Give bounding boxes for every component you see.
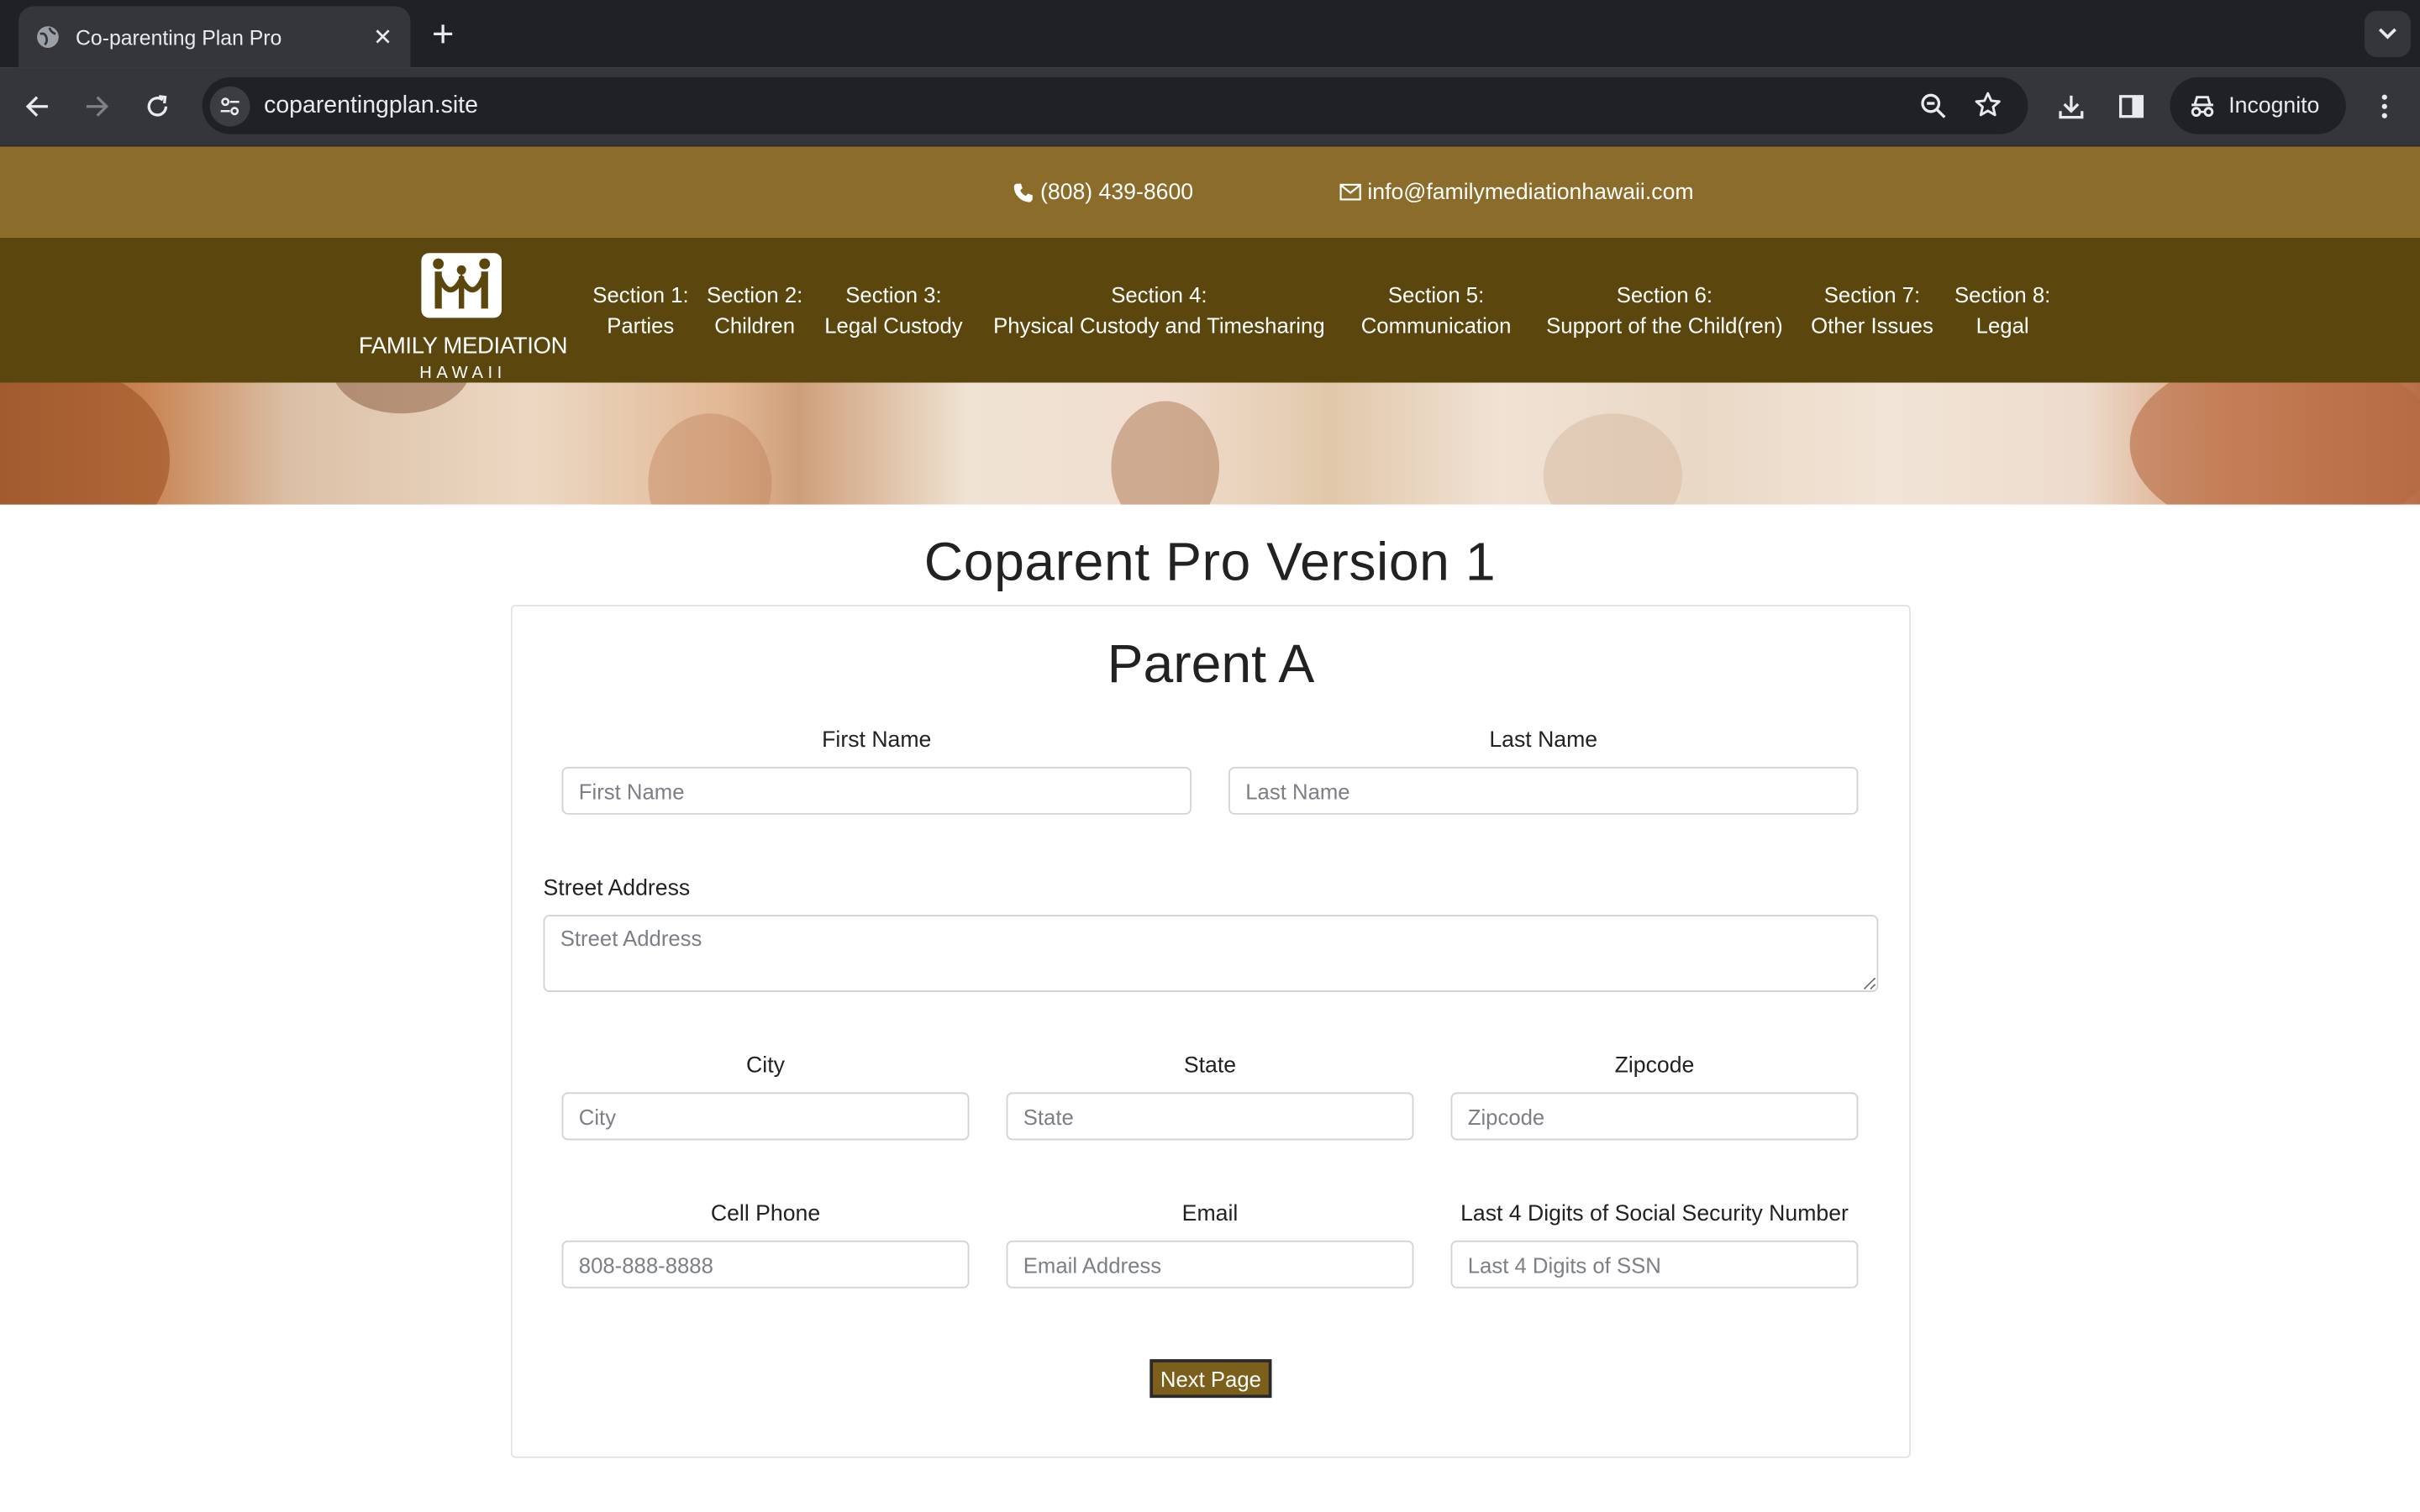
browser-toolbar: coparentingplan.site Incognito — [0, 67, 2420, 147]
nav-section-label: Other Issues — [1811, 312, 1933, 339]
tab-search-chevron-icon[interactable] — [2364, 10, 2411, 57]
first-name-input[interactable] — [561, 766, 1192, 815]
logo-family-icon — [421, 253, 502, 318]
nav-section-label: Legal Custody — [824, 312, 963, 339]
contact-bar: (808) 439-8600 info@familymediationhawai… — [0, 146, 2420, 238]
site-info-icon[interactable] — [209, 85, 250, 126]
nav-section-number: Section 7: — [1823, 282, 1921, 307]
download-icon[interactable] — [2051, 87, 2091, 127]
family-mediation-logo[interactable]: FAMILY MEDIATION HAWAII — [355, 253, 571, 383]
street-address-input[interactable] — [543, 915, 1879, 993]
nav-section-label: Physical Custody and Timesharing — [993, 312, 1325, 339]
nav-section-number: Section 4: — [1111, 282, 1207, 307]
nav-section-label: Communication — [1360, 312, 1512, 339]
nav-section-label: Support of the Child(ren) — [1546, 312, 1783, 339]
email-link[interactable]: info@familymediationhawaii.com — [1339, 146, 1694, 237]
email-address: info@familymediationhawaii.com — [1367, 179, 1694, 205]
ssn-last4-input[interactable] — [1450, 1240, 1859, 1289]
nav-section-label: Parties — [607, 312, 675, 339]
logo-name: FAMILY MEDIATION — [358, 333, 568, 360]
forward-arrow-icon[interactable] — [77, 87, 118, 127]
nav-section-1[interactable]: Section 1: Parties — [592, 279, 688, 340]
zoom-magnifier-icon[interactable] — [1912, 85, 1953, 125]
city-label: City — [746, 1053, 785, 1079]
nav-section-2[interactable]: Section 2: Children — [704, 279, 806, 340]
nav-section-number: Section 3: — [845, 282, 942, 307]
url-text: coparentingplan.site — [264, 92, 478, 118]
nav-section-8[interactable]: Section 8: Legal — [1951, 279, 2054, 340]
new-tab-plus-icon[interactable] — [424, 15, 461, 52]
side-panel-icon[interactable] — [2112, 87, 2152, 127]
tab-strip: Co-parenting Plan Pro ✕ — [0, 0, 2420, 68]
city-input[interactable] — [561, 1092, 970, 1141]
hero-banner-image — [0, 382, 2420, 505]
incognito-label: Incognito — [2228, 93, 2320, 118]
phone-number: (808) 439-8600 — [1039, 179, 1194, 205]
browser-tab[interactable]: Co-parenting Plan Pro ✕ — [18, 6, 411, 68]
logo-subtitle: HAWAII — [419, 364, 507, 383]
nav-section-label: Legal — [1975, 312, 2029, 339]
state-input[interactable] — [1006, 1092, 1414, 1141]
address-bar[interactable]: coparentingplan.site — [202, 76, 2028, 134]
reload-icon[interactable] — [137, 87, 177, 127]
cell-phone-input[interactable] — [561, 1240, 970, 1289]
nav-section-number: Section 8: — [1954, 282, 2051, 307]
nav-section-number: Section 5: — [1387, 282, 1485, 307]
back-arrow-icon[interactable] — [17, 87, 57, 127]
zipcode-input[interactable] — [1450, 1092, 1859, 1141]
parent-a-form: Parent A First Name Last Name Street Add… — [510, 605, 1911, 1458]
nav-section-number: Section 1: — [592, 282, 689, 307]
browser-window: Co-parenting Plan Pro ✕ coparentingplan.… — [0, 0, 2420, 1512]
envelope-icon — [1339, 183, 1361, 201]
incognito-icon — [2188, 93, 2216, 118]
last-name-input[interactable] — [1228, 766, 1859, 815]
nav-section-6[interactable]: Section 6: Support of the Child(ren) — [1536, 279, 1794, 340]
main-navigation: FAMILY MEDIATION HAWAII Section 1: Partie… — [0, 237, 2420, 383]
tab-title: Co-parenting Plan Pro — [76, 25, 282, 49]
email-label: Email — [1181, 1201, 1239, 1227]
form-title: Parent A — [1107, 633, 1315, 695]
first-name-label: First Name — [822, 727, 932, 753]
tab-close-icon[interactable]: ✕ — [364, 24, 401, 51]
cell-phone-label: Cell Phone — [710, 1201, 821, 1227]
nav-section-label: Children — [714, 312, 796, 339]
last-name-label: Last Name — [1489, 727, 1598, 753]
globe-icon — [35, 24, 60, 49]
street-address-label: Street Address — [543, 876, 691, 901]
phone-icon — [1013, 182, 1033, 202]
next-page-button[interactable]: Next Page — [1150, 1359, 1272, 1399]
ssn-last4-label: Last 4 Digits of Social Security Number — [1460, 1201, 1849, 1227]
nav-section-3[interactable]: Section 3: Legal Custody — [819, 279, 967, 340]
zipcode-label: Zipcode — [1614, 1053, 1695, 1079]
nav-section-7[interactable]: Section 7: Other Issues — [1807, 279, 1937, 340]
page-title: Coparent Pro Version 1 — [923, 532, 1497, 593]
nav-section-number: Section 6: — [1616, 282, 1713, 307]
state-label: State — [1183, 1053, 1237, 1079]
bookmark-star-icon[interactable] — [1968, 85, 2008, 125]
browser-menu-icon[interactable] — [2365, 87, 2405, 127]
nav-section-number: Section 2: — [706, 282, 803, 307]
nav-section-4[interactable]: Section 4: Physical Custody and Timeshari… — [983, 279, 1335, 340]
nav-section-5[interactable]: Section 5: Communication — [1350, 279, 1522, 340]
incognito-profile-button[interactable]: Incognito — [2170, 76, 2346, 134]
email-input[interactable] — [1006, 1240, 1414, 1289]
phone-link[interactable]: (808) 439-8600 — [1013, 146, 1193, 237]
